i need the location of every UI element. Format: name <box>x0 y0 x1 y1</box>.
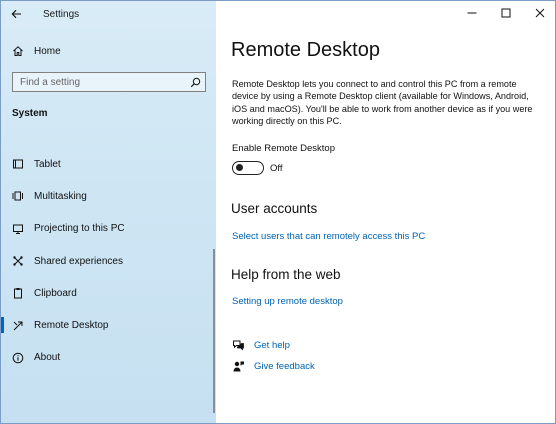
shared-experiences-icon <box>12 255 24 267</box>
feedback-icon <box>232 360 245 373</box>
back-arrow-icon <box>11 9 21 19</box>
close-icon <box>535 8 545 18</box>
sidebar-item-projecting[interactable]: Projecting to this PC <box>1 213 216 245</box>
sidebar-item-label: Projecting to this PC <box>34 223 125 235</box>
close-button[interactable] <box>523 1 555 25</box>
clipboard-icon <box>12 287 24 299</box>
sidebar-item-label: Shared experiences <box>34 255 123 267</box>
sidebar: Settings Home System Tablet <box>1 1 216 423</box>
minimize-button[interactable] <box>455 1 489 25</box>
sidebar-item-label: Clipboard <box>34 287 77 299</box>
chat-help-icon <box>232 339 245 352</box>
sidebar-nav: Tablet Multitasking Projecting to this P… <box>1 148 216 374</box>
toggle-label: Enable Remote Desktop <box>232 143 335 154</box>
sidebar-item-tablet[interactable]: Tablet <box>1 148 216 180</box>
minimize-icon <box>467 12 477 14</box>
enable-remote-desktop-toggle[interactable] <box>232 161 264 175</box>
back-button[interactable] <box>1 1 31 27</box>
setting-up-remote-desktop-link[interactable]: Setting up remote desktop <box>232 296 343 307</box>
sidebar-item-remote-desktop[interactable]: Remote Desktop <box>1 309 216 341</box>
app-title: Settings <box>43 8 80 20</box>
sidebar-item-label: Tablet <box>34 158 61 170</box>
home-icon <box>12 45 24 57</box>
help-heading: Help from the web <box>231 267 341 282</box>
toggle-state-text: Off <box>270 163 283 174</box>
projecting-icon <box>12 223 24 235</box>
info-icon <box>12 352 24 364</box>
sidebar-item-multitasking[interactable]: Multitasking <box>1 180 216 212</box>
search-input[interactable] <box>13 73 185 91</box>
sidebar-scrollbar[interactable] <box>213 249 215 413</box>
get-help-row[interactable]: Get help <box>232 339 290 352</box>
multitasking-icon <box>12 190 24 202</box>
sidebar-item-about[interactable]: About <box>1 342 216 374</box>
settings-window: Settings Home System Tablet <box>0 0 556 424</box>
maximize-button[interactable] <box>489 1 523 25</box>
search-box <box>12 72 206 92</box>
sidebar-item-label: Multitasking <box>34 190 87 202</box>
give-feedback-row[interactable]: Give feedback <box>232 360 315 373</box>
search-icon[interactable] <box>185 73 205 91</box>
tablet-icon <box>12 158 24 170</box>
caption-buttons <box>455 1 555 27</box>
toggle-knob <box>236 164 243 171</box>
sidebar-item-label: About <box>34 352 61 364</box>
title-bar: Settings <box>1 1 216 27</box>
sidebar-item-shared-experiences[interactable]: Shared experiences <box>1 245 216 277</box>
sidebar-item-label: Home <box>34 45 61 57</box>
get-help-link[interactable]: Get help <box>254 340 290 351</box>
page-title: Remote Desktop <box>231 39 380 61</box>
remote-desktop-icon <box>12 320 24 332</box>
user-accounts-heading: User accounts <box>231 201 318 216</box>
maximize-icon <box>501 8 511 18</box>
give-feedback-link[interactable]: Give feedback <box>254 361 315 372</box>
sidebar-item-clipboard[interactable]: Clipboard <box>1 277 216 309</box>
main-content: Remote Desktop Remote Desktop lets you c… <box>216 1 555 423</box>
sidebar-item-home[interactable]: Home <box>1 39 216 63</box>
page-description: Remote Desktop lets you connect to and c… <box>232 79 533 126</box>
section-title: System <box>12 108 48 119</box>
select-users-link[interactable]: Select users that can remotely access th… <box>232 231 425 242</box>
sidebar-item-label: Remote Desktop <box>34 320 109 332</box>
